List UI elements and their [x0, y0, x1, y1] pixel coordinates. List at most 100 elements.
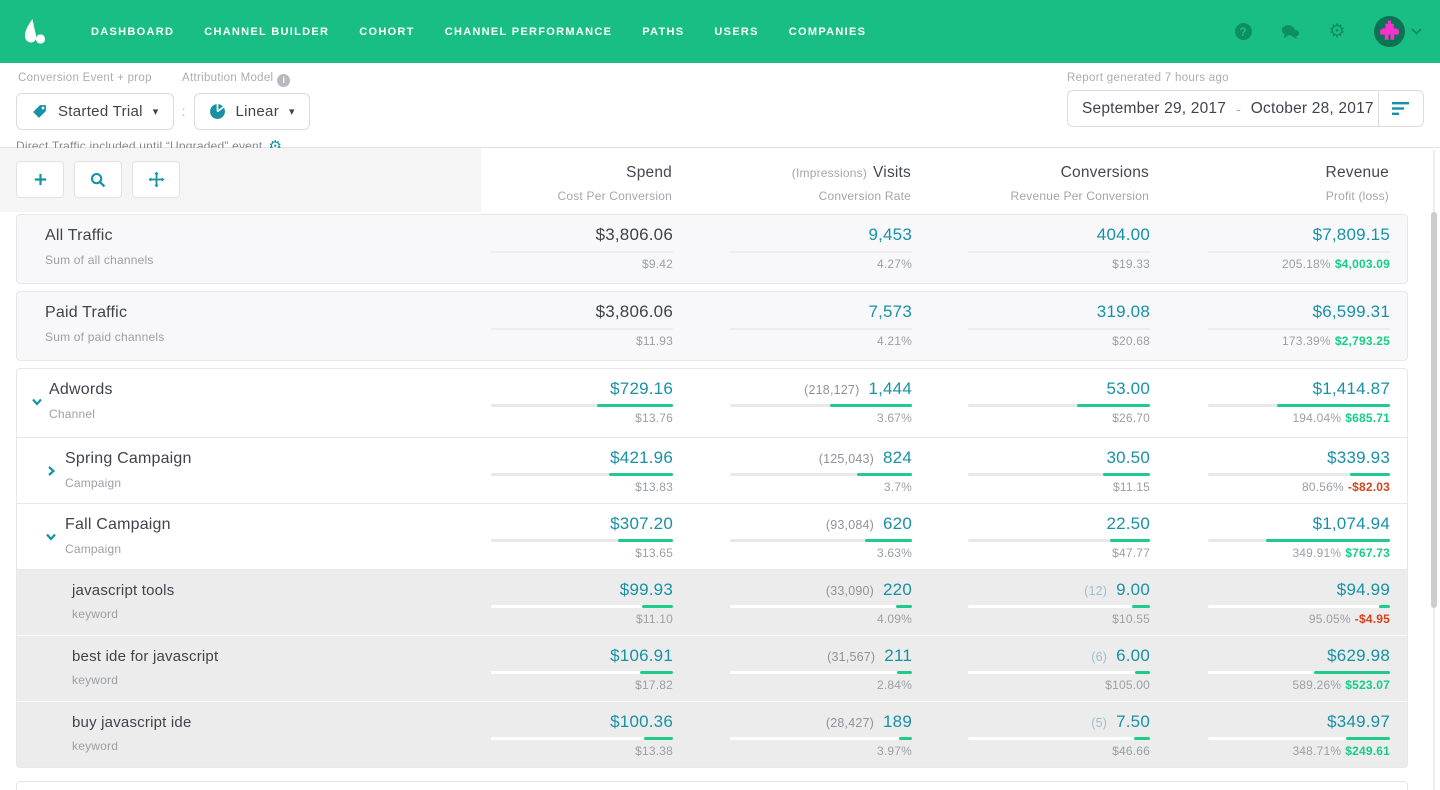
spend-cell: $100.36$13.38	[481, 702, 673, 767]
row-type: keyword	[72, 607, 481, 621]
metric-value: $421.96	[610, 448, 673, 467]
plus-icon	[33, 172, 48, 187]
chat-icon[interactable]	[1280, 22, 1300, 42]
count-value: (12)	[1084, 584, 1107, 598]
table-row-all-traffic[interactable]: All TrafficSum of all channels $3,806.06 $…	[17, 215, 1407, 283]
nav-item-dashboard[interactable]: DASHBOARD	[76, 26, 189, 38]
table-row-spring-campaign[interactable]: Spring CampaignCampaign$421.96$13.83(125…	[17, 437, 1407, 503]
row-type: keyword	[72, 673, 481, 687]
row-label-cell: javascript tools keyword	[17, 570, 481, 635]
top-nav: DASHBOARD CHANNEL BUILDER COHORT CHANNEL…	[0, 0, 1440, 63]
metric-sub-value: 3.67%	[673, 411, 912, 425]
share-bar	[491, 251, 673, 253]
nav-item-cohort[interactable]: COHORT	[344, 26, 429, 38]
metric-sub-value: $105.00	[912, 678, 1150, 692]
metric-sub-value: $13.83	[481, 480, 673, 494]
date-start: September 29, 2017	[1082, 100, 1226, 118]
row-label-cell: AdwordsChannel	[17, 369, 481, 437]
metric-sub-value: $11.15	[912, 480, 1150, 494]
info-icon[interactable]: i	[277, 74, 290, 87]
conversions-cell: 404.00$19.33	[912, 215, 1150, 283]
chevron-right-icon[interactable]	[45, 465, 57, 477]
scrollbar-thumb[interactable]	[1431, 212, 1437, 608]
filter-bar: Conversion Event + prop Attribution Mode…	[0, 63, 1440, 148]
pie-chart-icon	[209, 103, 226, 120]
conversions-cell: 319.08$20.68	[912, 292, 1150, 360]
impressions-value: (31,567)	[827, 650, 875, 664]
conversion-event-select[interactable]: Started Trial ▾	[16, 93, 174, 130]
metric-value: 404.00	[1097, 225, 1150, 244]
share-bar	[968, 473, 1150, 476]
metric-value: $106.91	[610, 646, 673, 665]
profit-percent: 348.71%	[1292, 744, 1341, 758]
add-channel-button[interactable]	[16, 161, 64, 198]
share-bar	[730, 473, 912, 476]
visits-cell: (93,084)6203.63%	[673, 504, 912, 569]
column-header-visits[interactable]: (Impressions)Visits Conversion Rate	[672, 148, 911, 203]
nav-item-paths[interactable]: PATHS	[627, 26, 699, 38]
revenue-cell: $6,599.31173.39%$2,793.25	[1150, 292, 1390, 360]
metric-sub-value: 348.71% $249.61	[1150, 744, 1390, 758]
nav-item-channel-builder[interactable]: CHANNEL BUILDER	[189, 26, 344, 38]
nav-item-channel-performance[interactable]: CHANNEL PERFORMANCE	[430, 26, 628, 38]
move-button[interactable]	[132, 161, 180, 198]
metric-value: $100.36	[610, 712, 673, 731]
conversions-cell: (5)7.50$46.66	[912, 702, 1150, 767]
visits-cell: (33,090)2204.09%	[673, 570, 912, 635]
impressions-value: (33,090)	[826, 584, 874, 598]
row-label-cell: All TrafficSum of all channels	[17, 215, 481, 283]
metric-sub-value: 349.91%$767.73	[1150, 546, 1390, 560]
share-bar	[491, 671, 673, 674]
share-bar	[968, 737, 1150, 740]
search-button[interactable]	[74, 161, 122, 198]
metric-value: $1,414.87	[1313, 379, 1390, 398]
metric-value: 9.00	[1116, 580, 1150, 599]
profit-value: $249.61	[1345, 744, 1390, 758]
metric-sub-value: 4.21%	[673, 334, 912, 348]
table-row-best-ide-for-javascript[interactable]: best ide for javascriptkeyword$106.91$17…	[17, 635, 1407, 701]
metric-sub-value: 194.04%$685.71	[1150, 411, 1390, 425]
row-type: Sum of paid channels	[45, 330, 481, 344]
account-menu[interactable]	[1374, 16, 1422, 47]
caret-down-icon: ▾	[153, 105, 159, 118]
search-icon	[90, 172, 106, 188]
nav-item-companies[interactable]: COMPANIES	[774, 26, 882, 38]
profit-value: $2,793.25	[1335, 334, 1390, 348]
metric-value: $3,806.06	[596, 225, 673, 244]
column-header-spend[interactable]: Spend Cost Per Conversion	[480, 148, 672, 203]
column-header-revenue[interactable]: Revenue Profit (loss)	[1149, 148, 1389, 203]
nav-menu: DASHBOARD CHANNEL BUILDER COHORT CHANNEL…	[76, 26, 881, 38]
table-row-fall-campaign[interactable]: Fall CampaignCampaign$307.20$13.65(93,08…	[17, 503, 1407, 569]
tag-icon	[31, 103, 48, 120]
table-row-javascript-tools[interactable]: javascript toolskeyword$99.93$11.10(33,0…	[17, 569, 1407, 635]
row-name: All Traffic	[45, 227, 481, 245]
metric-value: $307.20	[610, 514, 673, 533]
table-row-paid-traffic[interactable]: Paid TrafficSum of paid channels$3,806.0…	[17, 292, 1407, 360]
row-name: javascript tools	[72, 582, 481, 599]
metric-value: $1,074.94	[1313, 514, 1390, 533]
date-filter-icon[interactable]	[1379, 102, 1423, 116]
attribution-logo[interactable]	[18, 15, 52, 49]
help-icon[interactable]: ?	[1233, 22, 1253, 42]
attribution-model-select[interactable]: Linear ▾	[194, 93, 310, 130]
settings-icon[interactable]: ⚙	[1327, 22, 1347, 42]
row-name: Adwords	[49, 381, 481, 399]
chevron-down-icon[interactable]	[31, 396, 43, 408]
table-row-video[interactable]: VideoChannel$380.8067514.00$944.07	[17, 782, 1407, 790]
nav-item-users[interactable]: USERS	[699, 26, 773, 38]
metric-sub-value: 95.05%-$4.95	[1150, 612, 1390, 626]
share-bar	[491, 473, 673, 476]
profit-percent: 194.04%	[1292, 411, 1341, 425]
column-header-conversions[interactable]: Conversions Revenue Per Conversion	[911, 148, 1149, 203]
metric-sub-value: 2.84%	[673, 678, 912, 692]
share-bar	[491, 328, 673, 330]
chevron-down-icon[interactable]	[45, 531, 57, 543]
table-row-adwords[interactable]: AdwordsChannel$729.16$13.76(218,127)1,44…	[17, 369, 1407, 437]
date-range-picker[interactable]: September 29, 2017 - October 28, 2017	[1067, 90, 1424, 127]
row-label-cell: Paid TrafficSum of paid channels	[17, 292, 481, 360]
spend-cell: $729.16$13.76	[481, 369, 673, 437]
metric-sub-value: $9.42	[481, 257, 673, 271]
conversion-event-label: Conversion Event + prop	[18, 72, 182, 87]
table-row-buy-javascript-ide[interactable]: buy javascript idekeyword$100.36$13.38(2…	[17, 701, 1407, 767]
share-bar	[1208, 605, 1390, 608]
